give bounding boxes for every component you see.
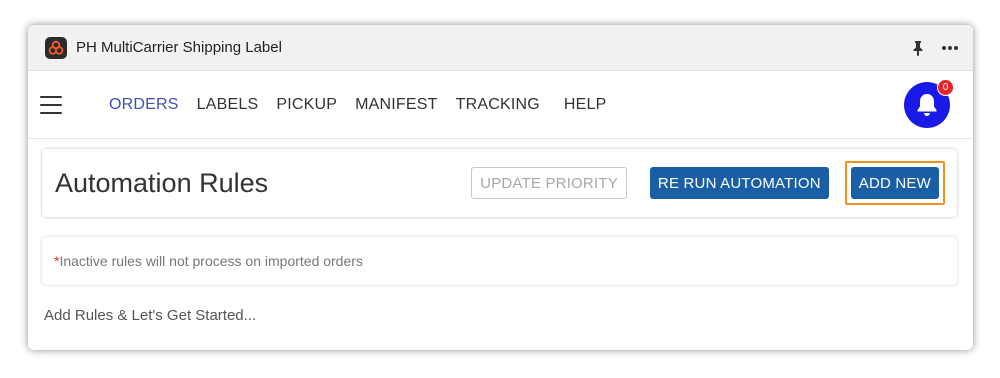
notification-bell-button[interactable]: 0: [904, 79, 954, 128]
hamburger-icon[interactable]: [40, 95, 62, 114]
notification-badge: 0: [937, 79, 954, 96]
nav-orders[interactable]: ORDERS: [109, 96, 179, 114]
nav-tracking[interactable]: TRACKING: [456, 96, 540, 114]
info-text: Inactive rules will not process on impor…: [59, 253, 363, 269]
rerun-automation-button[interactable]: RE RUN AUTOMATION: [649, 167, 829, 199]
page-title: Automation Rules: [55, 167, 269, 198]
pin-icon[interactable]: [907, 37, 929, 59]
app-logo-icon: [45, 36, 67, 59]
info-notice: * Inactive rules will not process on imp…: [42, 237, 957, 285]
get-started-text: Add Rules & Let's Get Started...: [44, 307, 257, 324]
app-window: PH MultiCarrier Shipping Label ORDERS LA…: [28, 25, 973, 350]
title-bar: PH MultiCarrier Shipping Label: [28, 25, 973, 71]
bell-icon: [917, 94, 937, 116]
window-title: PH MultiCarrier Shipping Label: [76, 39, 282, 56]
nav-labels[interactable]: LABELS: [197, 96, 259, 114]
nav-pickup[interactable]: PICKUP: [276, 96, 337, 114]
nav-help[interactable]: HELP: [564, 96, 607, 114]
nav-manifest[interactable]: MANIFEST: [355, 96, 438, 114]
update-priority-button[interactable]: UPDATE PRIORITY: [471, 167, 627, 199]
main-nav: ORDERS LABELS PICKUP MANIFEST TRACKING H…: [28, 71, 973, 139]
add-new-button[interactable]: ADD NEW: [850, 167, 939, 199]
add-new-highlight: ADD NEW: [844, 161, 945, 205]
more-icon[interactable]: [939, 37, 961, 59]
main-content: Automation Rules UPDATE PRIORITY RE RUN …: [28, 139, 973, 324]
page-header-card: Automation Rules UPDATE PRIORITY RE RUN …: [42, 149, 957, 217]
